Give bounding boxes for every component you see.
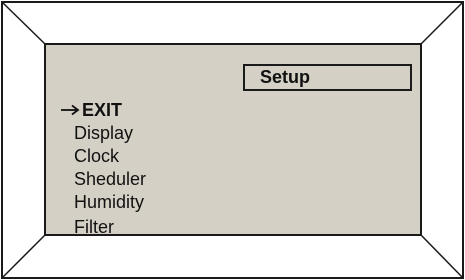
menu-item-scheduler[interactable]: Sheduler xyxy=(66,167,146,190)
menu-item-label: Clock xyxy=(74,145,120,166)
menu-item-label: Sheduler xyxy=(74,168,147,189)
menu-item-filter[interactable]: Filter xyxy=(66,216,146,239)
menu-item-label: Filter xyxy=(74,217,114,238)
right-arrow-icon xyxy=(60,100,81,120)
menu-item-display[interactable]: Display xyxy=(66,122,146,145)
lcd-screen: Setup EXIT Display Clock Sheduler Humidi… xyxy=(44,43,422,239)
menu-title: Setup xyxy=(243,64,412,91)
menu-item-clock[interactable]: Clock xyxy=(66,145,146,168)
menu-item-label: Display xyxy=(74,123,134,144)
menu-item-humidity[interactable]: Humidity xyxy=(66,190,146,213)
device-display-frame: Setup EXIT Display Clock Sheduler Humidi… xyxy=(0,0,465,280)
menu-item-label: EXIT xyxy=(82,100,123,121)
menu-item-exit[interactable]: EXIT xyxy=(61,99,146,122)
menu-item-label: Humidity xyxy=(74,191,145,212)
setup-menu: EXIT Display Clock Sheduler Humidity Fil… xyxy=(61,99,146,239)
